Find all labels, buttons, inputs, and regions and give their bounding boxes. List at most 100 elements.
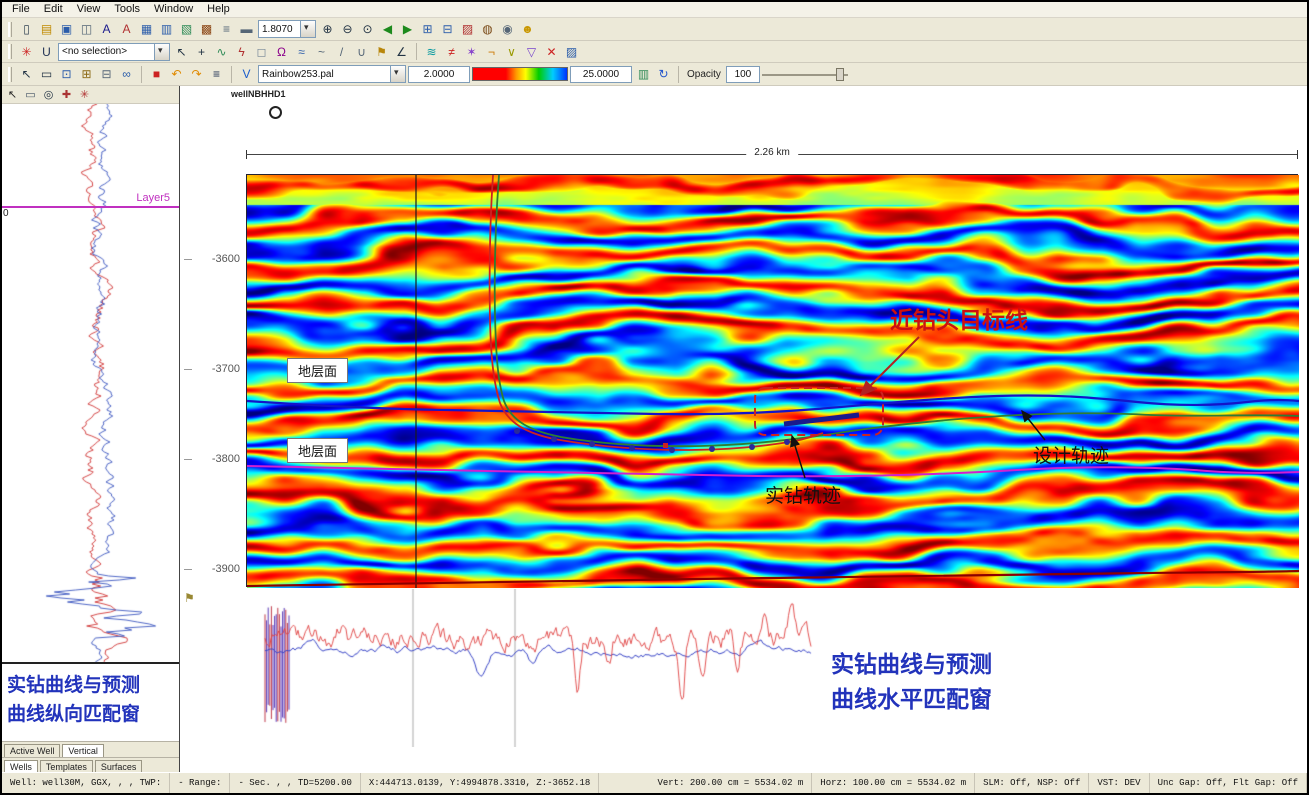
combo-arrow-icon[interactable] xyxy=(154,44,169,60)
colorbar-edit-icon[interactable]: ▥ xyxy=(634,65,653,84)
stop-icon[interactable]: ■ xyxy=(147,65,166,84)
next-view-icon[interactable]: ▶ xyxy=(398,20,417,39)
zoom-out-icon[interactable]: ⊖ xyxy=(338,20,357,39)
split-segment-icon[interactable]: / xyxy=(332,42,351,61)
angle-measure-icon[interactable]: ∠ xyxy=(392,42,411,61)
polarity-tool-icon[interactable]: ∨ xyxy=(502,42,521,61)
colorbar-gradient[interactable] xyxy=(472,67,568,81)
wave-display-icon[interactable]: ≋ xyxy=(422,42,441,61)
copy-icon[interactable]: ⊡ xyxy=(57,65,76,84)
pick-horizon-icon[interactable]: ∿ xyxy=(212,42,231,61)
survey-point-marker[interactable] xyxy=(669,447,675,453)
min-range-input[interactable]: 2.0000 xyxy=(408,66,470,83)
select-mode-icon[interactable]: ↖ xyxy=(17,65,36,84)
pointer-icon[interactable]: ↖ xyxy=(172,42,191,61)
opacity-input[interactable]: 100 xyxy=(726,66,760,83)
list-icon[interactable]: ≡ xyxy=(207,65,226,84)
save-icon[interactable]: ▣ xyxy=(57,20,76,39)
paste-icon[interactable]: ⊞ xyxy=(77,65,96,84)
menu-window[interactable]: Window xyxy=(147,2,200,17)
undo-icon[interactable]: ↶ xyxy=(167,65,186,84)
toolbar-grip[interactable] xyxy=(8,67,12,82)
previous-view-icon[interactable]: ◀ xyxy=(378,20,397,39)
node-edit-icon[interactable]: ▭ xyxy=(22,87,39,103)
survey-point-marker[interactable] xyxy=(784,439,790,445)
near-bit-target-line[interactable] xyxy=(784,415,859,424)
redo-icon[interactable]: ↷ xyxy=(187,65,206,84)
globe-icon[interactable]: ◍ xyxy=(478,20,497,39)
pan-cross-icon[interactable]: + xyxy=(192,42,211,61)
layer-list-icon[interactable]: ≡ xyxy=(217,20,236,39)
zoom-tool-icon[interactable]: ◎ xyxy=(40,87,57,103)
menu-view[interactable]: View xyxy=(70,2,108,17)
gain-tool-icon[interactable]: ¬ xyxy=(482,42,501,61)
tile-windows-icon[interactable]: ⊞ xyxy=(418,20,437,39)
survey-point-marker[interactable] xyxy=(749,444,755,450)
curve-match-panel[interactable]: ⚑ 实钻曲线与预测 曲线水平匹配窗 xyxy=(181,589,1308,772)
horizon-line-dark-red[interactable] xyxy=(247,571,1299,586)
max-range-input[interactable]: 25.0000 xyxy=(570,66,632,83)
survey-point-marker[interactable] xyxy=(629,445,635,451)
tab-active-well[interactable]: Active Well xyxy=(4,744,60,757)
horizon-line-magenta[interactable] xyxy=(247,466,1299,476)
section-map-icon[interactable]: ▨ xyxy=(562,42,581,61)
star-overlay-icon[interactable]: ✶ xyxy=(462,42,481,61)
zoom-full-icon[interactable]: ⊙ xyxy=(358,20,377,39)
duplicate-icon[interactable]: ⊟ xyxy=(97,65,116,84)
map-view-icon[interactable]: ▧ xyxy=(177,20,196,39)
palette-combo[interactable]: Rainbow253.pal xyxy=(258,65,406,83)
combo-arrow-icon[interactable] xyxy=(390,66,405,82)
select-cursor-icon[interactable]: ↖ xyxy=(4,87,21,103)
section-view-icon[interactable]: ▥ xyxy=(157,20,176,39)
selection-combo[interactable]: <no selection> xyxy=(58,43,170,61)
link-views-icon[interactable]: ∞ xyxy=(117,65,136,84)
survey-point-marker[interactable] xyxy=(709,446,715,452)
menu-help[interactable]: Help xyxy=(200,2,237,17)
ruler-icon[interactable]: ▬ xyxy=(237,20,256,39)
pan-tool-icon[interactable]: ✚ xyxy=(58,87,75,103)
about-icon[interactable]: ☻ xyxy=(518,20,537,39)
well-log-track-panel[interactable]: Layer5 0 xyxy=(2,104,179,664)
palette-flag-icon[interactable]: V xyxy=(237,65,256,84)
annotation-a-icon[interactable]: A xyxy=(117,20,136,39)
new-document-icon[interactable]: ▯ xyxy=(17,20,36,39)
underline-u-tool-icon[interactable]: U xyxy=(37,42,56,61)
combo-arrow-icon[interactable] xyxy=(300,21,315,37)
tab-vertical[interactable]: Vertical xyxy=(62,744,104,757)
smooth-icon[interactable]: ~ xyxy=(312,42,331,61)
bold-a-icon[interactable]: A xyxy=(97,20,116,39)
asterisk-tool-icon[interactable]: ✳ xyxy=(17,42,36,61)
survey-point-marker[interactable] xyxy=(589,441,595,447)
opacity-slider[interactable] xyxy=(762,67,848,82)
menu-tools[interactable]: Tools xyxy=(107,2,147,17)
zoom-level-combo[interactable]: 1.8070 xyxy=(258,20,316,38)
close-tool-icon[interactable]: ✕ xyxy=(542,42,561,61)
triangle-filter-icon[interactable]: ▽ xyxy=(522,42,541,61)
actual-trajectory-path[interactable] xyxy=(490,175,823,450)
toolbar-grip[interactable] xyxy=(8,44,12,59)
magnet-snap-icon[interactable]: Ω xyxy=(272,42,291,61)
camera-icon[interactable]: ◉ xyxy=(498,20,517,39)
pick-fault-icon[interactable]: ϟ xyxy=(232,42,251,61)
interpolate-icon[interactable]: ≈ xyxy=(292,42,311,61)
erase-pick-icon[interactable]: ◻ xyxy=(252,42,271,61)
red-square-marker[interactable] xyxy=(663,443,668,448)
survey-point-marker[interactable] xyxy=(514,428,520,434)
pin-icon[interactable]: ⚑ xyxy=(184,591,195,605)
seismic-section[interactable]: 地层面 地层面 近钻头目标线 实钻轨迹 设计轨迹 xyxy=(246,174,1298,587)
menu-file[interactable]: File xyxy=(5,2,37,17)
zoom-in-icon[interactable]: ⊕ xyxy=(318,20,337,39)
flag-marker-icon[interactable]: ⚑ xyxy=(372,42,391,61)
rect-select-icon[interactable]: ▭ xyxy=(37,65,56,84)
open-folder-icon[interactable]: ▤ xyxy=(37,20,56,39)
print-icon[interactable]: ◫ xyxy=(77,20,96,39)
layer5-horizon-line[interactable] xyxy=(2,206,179,208)
toolbar-grip[interactable] xyxy=(8,22,12,37)
probe-tool-icon[interactable]: ✳ xyxy=(76,87,93,103)
menu-edit[interactable]: Edit xyxy=(37,2,70,17)
join-segment-icon[interactable]: ∪ xyxy=(352,42,371,61)
wiggle-display-icon[interactable]: ≠ xyxy=(442,42,461,61)
cascade-windows-icon[interactable]: ⊟ xyxy=(438,20,457,39)
seismic-view-icon[interactable]: ▩ xyxy=(197,20,216,39)
grid-view-icon[interactable]: ▦ xyxy=(137,20,156,39)
